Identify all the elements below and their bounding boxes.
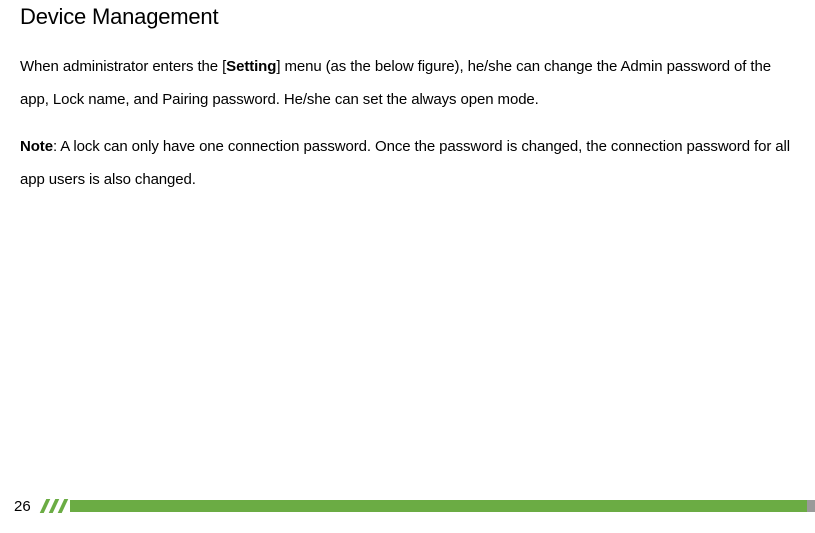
page-number: 26 (0, 498, 41, 515)
page-footer: 26 (0, 495, 815, 517)
text-segment: : A lock can only have one connection pa… (20, 138, 790, 188)
footer-bar (41, 499, 815, 513)
text-bold-setting: Setting (226, 58, 276, 75)
document-content: Device Management When administrator ent… (0, 0, 815, 196)
text-bold-note: Note (20, 138, 53, 155)
paragraph-intro: When administrator enters the [Setting] … (20, 50, 795, 116)
slash-decor (59, 499, 68, 513)
footer-green-bar (70, 500, 815, 512)
footer-slashes (41, 499, 68, 513)
section-heading: Device Management (20, 4, 795, 30)
text-segment: When administrator enters the [ (20, 58, 226, 75)
footer-gray-edge (807, 500, 815, 512)
paragraph-note: Note: A lock can only have one connectio… (20, 130, 795, 196)
